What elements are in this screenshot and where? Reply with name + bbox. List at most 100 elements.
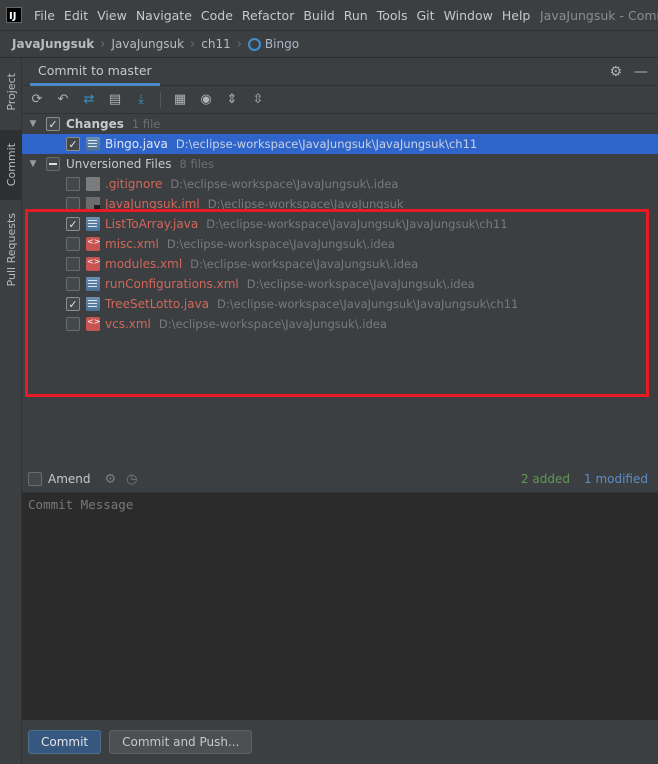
java-file-icon <box>86 137 100 151</box>
unversioned-row[interactable]: ✓ ListToArray.java D:\eclipse-workspace\… <box>22 214 658 234</box>
change-row-bingo[interactable]: ✓ Bingo.java D:\eclipse-workspace\JavaJu… <box>22 134 658 154</box>
commit-button[interactable]: Commit <box>28 730 102 754</box>
changes-group-label: Changes <box>66 117 124 131</box>
menu-code[interactable]: Code <box>201 8 233 23</box>
breadcrumb-project[interactable]: JavaJungsuk <box>12 37 94 51</box>
file-name: TreeSetLotto.java <box>105 297 210 311</box>
file-checkbox[interactable] <box>66 197 80 211</box>
file-checkbox[interactable]: ✓ <box>66 137 80 151</box>
amend-bar: Amend ⚙ ◷ 2 added 1 modified <box>22 466 658 492</box>
tool-tab-commit-label: Commit <box>4 143 18 187</box>
collapse-all-icon[interactable]: ⇳ <box>249 91 267 109</box>
file-name: misc.xml <box>105 237 159 251</box>
file-path: D:\eclipse-workspace\JavaJungsuk <box>207 197 404 211</box>
xml-file-icon <box>86 237 100 251</box>
unversioned-row[interactable]: misc.xml D:\eclipse-workspace\JavaJungsu… <box>22 234 658 254</box>
commit-panel: Commit to master ⚙ — ⟳ ↶ ⇄ ▤ ⤓ ▦ ◉ ⇕ ⇳ ▼… <box>22 58 658 764</box>
refresh-icon[interactable]: ⟳ <box>28 91 46 109</box>
unversioned-group-row[interactable]: ▼ Unversioned Files 8 files <box>22 154 658 174</box>
view-options-icon[interactable]: ◉ <box>197 91 215 109</box>
file-checkbox[interactable]: ✓ <box>66 297 80 311</box>
changes-group-checkbox[interactable]: ✓ <box>46 117 60 131</box>
java-file-icon <box>86 297 100 311</box>
unversioned-row[interactable]: runConfigurations.xml D:\eclipse-workspa… <box>22 274 658 294</box>
amend-checkbox[interactable] <box>28 472 42 486</box>
unversioned-row[interactable]: modules.xml D:\eclipse-workspace\JavaJun… <box>22 254 658 274</box>
file-name: JavaJungsuk.iml <box>105 197 200 211</box>
unversioned-row[interactable]: .gitignore D:\eclipse-workspace\JavaJung… <box>22 174 658 194</box>
chevron-down-icon[interactable]: ▼ <box>28 159 38 169</box>
tab-commit-to-master[interactable]: Commit to master <box>30 58 160 86</box>
breadcrumb-file[interactable]: Bingo <box>265 37 299 51</box>
file-checkbox[interactable]: ✓ <box>66 217 80 231</box>
menu-build[interactable]: Build <box>303 8 334 23</box>
modified-count: 1 modified <box>584 472 648 486</box>
window-title: JavaJungsuk - Commit <box>540 7 658 23</box>
history-clock-icon[interactable]: ◷ <box>126 472 137 487</box>
minimize-icon[interactable]: — <box>634 65 648 79</box>
menu-view[interactable]: View <box>97 8 127 23</box>
unversioned-group-checkbox[interactable] <box>46 157 60 171</box>
menu-refactor[interactable]: Refactor <box>242 8 294 23</box>
file-checkbox[interactable] <box>66 237 80 251</box>
diff-icon[interactable]: ⇄ <box>80 91 98 109</box>
rollback-icon[interactable]: ↶ <box>54 91 72 109</box>
tool-tab-project[interactable]: Project <box>0 62 22 122</box>
commit-actions: Commit Commit and Push... <box>22 720 658 764</box>
changes-tree: ▼ ✓ Changes 1 file ✓ Bingo.java D:\eclip… <box>22 114 658 468</box>
shelve-icon[interactable]: ⤓ <box>132 91 150 109</box>
file-checkbox[interactable] <box>66 317 80 331</box>
menu-navigate[interactable]: Navigate <box>136 8 192 23</box>
expand-all-icon[interactable]: ⇕ <box>223 91 241 109</box>
file-path: D:\eclipse-workspace\JavaJungsuk\.idea <box>166 237 395 251</box>
menu-file[interactable]: File <box>34 8 55 23</box>
menu-tools[interactable]: Tools <box>377 8 408 23</box>
file-path: D:\eclipse-workspace\JavaJungsuk\JavaJun… <box>217 297 519 311</box>
commit-and-push-button[interactable]: Commit and Push... <box>109 730 253 754</box>
changes-group-row[interactable]: ▼ ✓ Changes 1 file <box>22 114 658 134</box>
chevron-down-icon[interactable]: ▼ <box>28 119 38 129</box>
java-file-icon <box>86 277 100 291</box>
file-path: D:\eclipse-workspace\JavaJungsuk\JavaJun… <box>175 137 478 151</box>
unversioned-group-count: 8 files <box>179 157 214 171</box>
file-checkbox[interactable] <box>66 177 80 191</box>
tool-window-strip: Project Commit Pull Requests <box>0 58 22 764</box>
file-name: runConfigurations.xml <box>105 277 239 291</box>
java-file-icon <box>86 217 100 231</box>
menu-window[interactable]: Window <box>444 8 493 23</box>
menu-run[interactable]: Run <box>344 8 368 23</box>
git-file-icon <box>86 177 100 191</box>
xml-file-icon <box>86 317 100 331</box>
unversioned-row[interactable]: JavaJungsuk.iml D:\eclipse-workspace\Jav… <box>22 194 658 214</box>
gear-icon[interactable]: ⚙ <box>609 65 622 79</box>
unversioned-row[interactable]: ✓ TreeSetLotto.java D:\eclipse-workspace… <box>22 294 658 314</box>
commit-toolbar: ⟳ ↶ ⇄ ▤ ⤓ ▦ ◉ ⇕ ⇳ <box>22 86 658 114</box>
menu-edit[interactable]: Edit <box>64 8 88 23</box>
changes-group-count: 1 file <box>131 117 161 131</box>
breadcrumb-chevron-icon: › <box>236 36 242 52</box>
tool-tab-commit[interactable]: Commit <box>0 130 22 200</box>
changelist-icon[interactable]: ▤ <box>106 91 124 109</box>
java-class-icon <box>247 37 261 51</box>
file-name: .gitignore <box>105 177 163 191</box>
file-name: modules.xml <box>105 257 183 271</box>
group-by-icon[interactable]: ▦ <box>171 91 189 109</box>
breadcrumb-module[interactable]: JavaJungsuk <box>112 37 185 51</box>
menu-bar: IJ File Edit View Navigate Code Refactor… <box>0 0 658 30</box>
added-count: 2 added <box>520 472 570 486</box>
breadcrumb-chevron-icon: › <box>100 36 106 52</box>
commit-options-gear-icon[interactable]: ⚙ <box>105 472 117 487</box>
file-checkbox[interactable] <box>66 277 80 291</box>
file-checkbox[interactable] <box>66 257 80 271</box>
tool-tab-project-label: Project <box>4 73 18 111</box>
menu-git[interactable]: Git <box>417 8 435 23</box>
unversioned-row[interactable]: vcs.xml D:\eclipse-workspace\JavaJungsuk… <box>22 314 658 334</box>
commit-message-input[interactable] <box>22 493 658 720</box>
menu-help[interactable]: Help <box>502 8 531 23</box>
amend-label: Amend <box>48 472 91 486</box>
panel-header: Commit to master ⚙ — <box>22 58 658 86</box>
file-name: ListToArray.java <box>105 217 199 231</box>
breadcrumb-package[interactable]: ch11 <box>201 37 230 51</box>
file-path: D:\eclipse-workspace\JavaJungsuk\.idea <box>158 317 387 331</box>
tool-tab-pull-requests[interactable]: Pull Requests <box>0 208 22 292</box>
